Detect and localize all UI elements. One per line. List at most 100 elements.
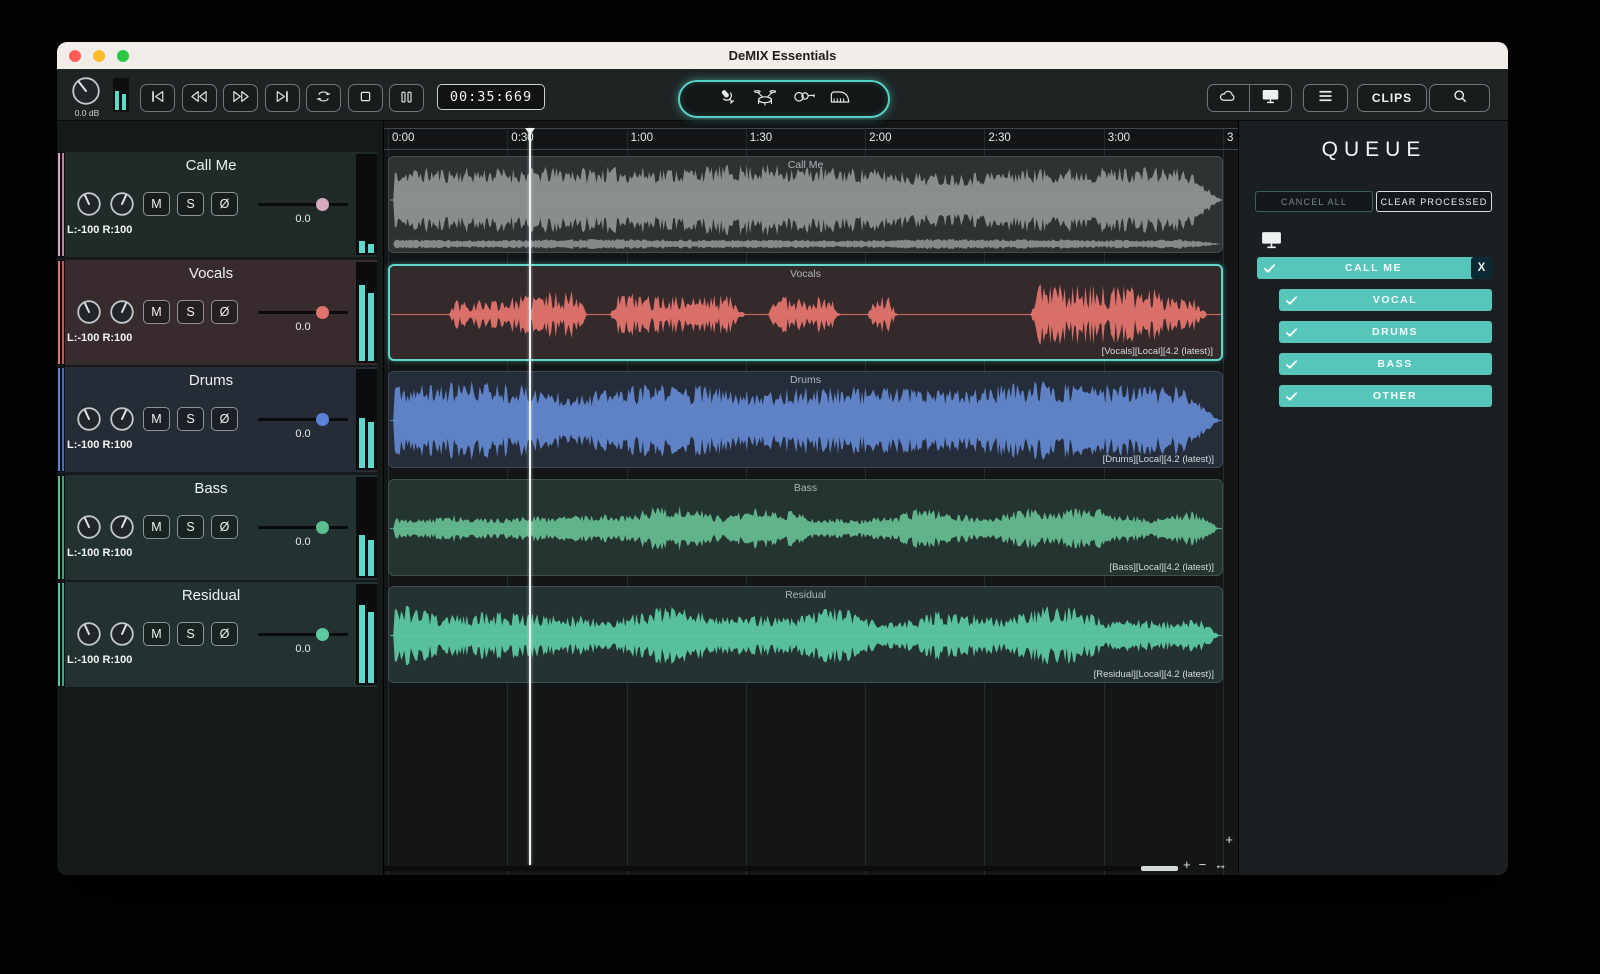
volume-slider-thumb[interactable] — [316, 627, 329, 641]
skip-end-button[interactable] — [264, 84, 300, 112]
mute-button[interactable]: M — [143, 192, 170, 216]
clip[interactable]: Drums [Drums][Local][4.2 (latest)] — [388, 371, 1223, 468]
volume-value: 0.0 — [295, 321, 311, 333]
master-gain-knob[interactable] — [71, 76, 101, 111]
zoom-out-icon[interactable]: − — [1199, 857, 1207, 872]
queue-item[interactable]: BASS — [1279, 353, 1492, 375]
pan-knob-right[interactable] — [109, 406, 135, 437]
volume-slider-thumb[interactable] — [316, 520, 329, 534]
close-window-button[interactable] — [69, 49, 81, 62]
pan-knob-right[interactable] — [109, 514, 135, 545]
volume-slider-thumb[interactable] — [316, 305, 329, 319]
solo-button[interactable]: S — [177, 622, 204, 646]
pan-knob-left[interactable] — [76, 191, 102, 222]
track-header[interactable]: Drums M S Ø L:-100 R:100 0.0 — [57, 367, 377, 472]
playhead-marker-icon[interactable] — [525, 128, 535, 135]
clip[interactable]: Vocals [Vocals][Local][4.2 (latest)] — [388, 264, 1223, 361]
volume-slider-thumb[interactable] — [316, 412, 329, 426]
local-machine-button[interactable] — [1249, 85, 1291, 111]
zoom-window-button[interactable] — [117, 49, 129, 62]
zoom-fit-icon[interactable]: ↔ — [1214, 857, 1227, 872]
playhead[interactable] — [529, 128, 531, 865]
phase-button[interactable]: Ø — [211, 515, 238, 539]
menu-button[interactable] — [1303, 84, 1348, 112]
rewind-button[interactable] — [181, 84, 217, 112]
track-header[interactable]: Bass M S Ø L:-100 R:100 0.0 — [57, 475, 377, 580]
mute-button[interactable]: M — [143, 622, 170, 646]
time-ruler[interactable]: 0:00 0:30 1:00 1:30 2:00 2:30 3:00 3 — [384, 128, 1239, 150]
phase-button[interactable]: Ø — [211, 192, 238, 216]
microphone-icon[interactable] — [717, 86, 739, 113]
track-header[interactable]: Vocals M S Ø L:-100 R:100 0.0 — [57, 260, 377, 365]
timeline-area[interactable]: 0:00 0:30 1:00 1:30 2:00 2:30 3:00 3 Call Me Voc… — [383, 120, 1239, 875]
volume-slider[interactable] — [258, 305, 348, 319]
solo-button[interactable]: S — [177, 192, 204, 216]
fast-forward-button[interactable] — [223, 84, 258, 112]
check-icon — [1285, 391, 1298, 402]
queue-item[interactable]: VOCAL — [1279, 289, 1492, 311]
pause-button[interactable] — [389, 84, 424, 112]
stop-button[interactable] — [347, 84, 383, 112]
vertical-zoom-in-icon[interactable]: + — [1225, 832, 1233, 847]
instrument-selector[interactable] — [678, 80, 890, 118]
clip-label: Drums — [790, 374, 821, 386]
level-meter-bar-right — [368, 540, 374, 576]
piano-icon[interactable] — [828, 87, 852, 112]
queue-item[interactable]: DRUMS — [1279, 321, 1492, 343]
clip-label: Vocals — [790, 268, 821, 280]
track-color-stripe — [57, 582, 65, 687]
pan-knob-right[interactable] — [109, 299, 135, 330]
clip[interactable]: Residual [Residual][Local][4.2 (latest)] — [388, 586, 1223, 683]
mute-button[interactable]: M — [143, 515, 170, 539]
pan-knob-left[interactable] — [76, 621, 102, 652]
pan-knob-left[interactable] — [76, 514, 102, 545]
cancel-all-button[interactable]: CANCEL ALL — [1255, 191, 1373, 212]
horizontal-scrollbar[interactable] — [384, 866, 1178, 871]
phase-button[interactable]: Ø — [211, 300, 238, 324]
minimize-window-button[interactable] — [93, 49, 105, 62]
pan-knob-left[interactable] — [76, 406, 102, 437]
level-meter-bar-left — [359, 418, 365, 468]
track-buttons: MSØ — [143, 622, 238, 646]
mute-button[interactable]: M — [143, 407, 170, 431]
search-button[interactable] — [1429, 84, 1490, 112]
solo-button[interactable]: S — [177, 407, 204, 431]
pan-knob-left[interactable] — [76, 299, 102, 330]
phase-button[interactable]: Ø — [211, 407, 238, 431]
track-meter-strip — [58, 476, 60, 579]
volume-slider[interactable] — [258, 197, 348, 211]
volume-slider[interactable] — [258, 412, 348, 426]
queue-item[interactable]: CALL ME X — [1257, 257, 1492, 279]
check-icon — [1285, 295, 1298, 306]
drum-kit-icon[interactable] — [752, 86, 778, 113]
track-header[interactable]: Call Me M S Ø L:-100 R:100 0.0 — [57, 152, 377, 257]
guitar-icon[interactable] — [791, 86, 816, 113]
queue-title: QUEUE — [1321, 138, 1427, 161]
solo-button[interactable]: S — [177, 515, 204, 539]
volume-slider[interactable] — [258, 520, 348, 534]
clips-button[interactable]: CLIPS — [1357, 84, 1427, 112]
volume-slider-thumb[interactable] — [316, 197, 329, 211]
clip[interactable]: Bass [Bass][Local][4.2 (latest)] — [388, 479, 1223, 576]
queue-item[interactable]: OTHER — [1279, 385, 1492, 407]
pan-knob-right[interactable] — [109, 191, 135, 222]
level-meter-bar-left — [359, 285, 365, 361]
queue-item-close-button[interactable]: X — [1471, 257, 1492, 279]
phase-button[interactable]: Ø — [211, 622, 238, 646]
pan-knob-right[interactable] — [109, 621, 135, 652]
level-meter-bar-right — [368, 422, 374, 468]
clear-processed-button[interactable]: CLEAR PROCESSED — [1376, 191, 1492, 212]
grid-line — [1223, 128, 1224, 875]
track-meter-strip — [61, 261, 64, 364]
monitor-icon — [1261, 88, 1280, 109]
clip[interactable]: Call Me — [388, 156, 1223, 253]
skip-start-button[interactable] — [140, 84, 175, 112]
solo-button[interactable]: S — [177, 300, 204, 324]
volume-slider[interactable] — [258, 627, 348, 641]
cloud-button[interactable] — [1208, 85, 1249, 111]
horizontal-scrollbar-thumb[interactable] — [1141, 866, 1178, 871]
loop-button[interactable] — [306, 84, 341, 112]
zoom-in-icon[interactable]: + — [1183, 857, 1191, 872]
mute-button[interactable]: M — [143, 300, 170, 324]
track-header[interactable]: Residual M S Ø L:-100 R:100 0.0 — [57, 582, 377, 687]
